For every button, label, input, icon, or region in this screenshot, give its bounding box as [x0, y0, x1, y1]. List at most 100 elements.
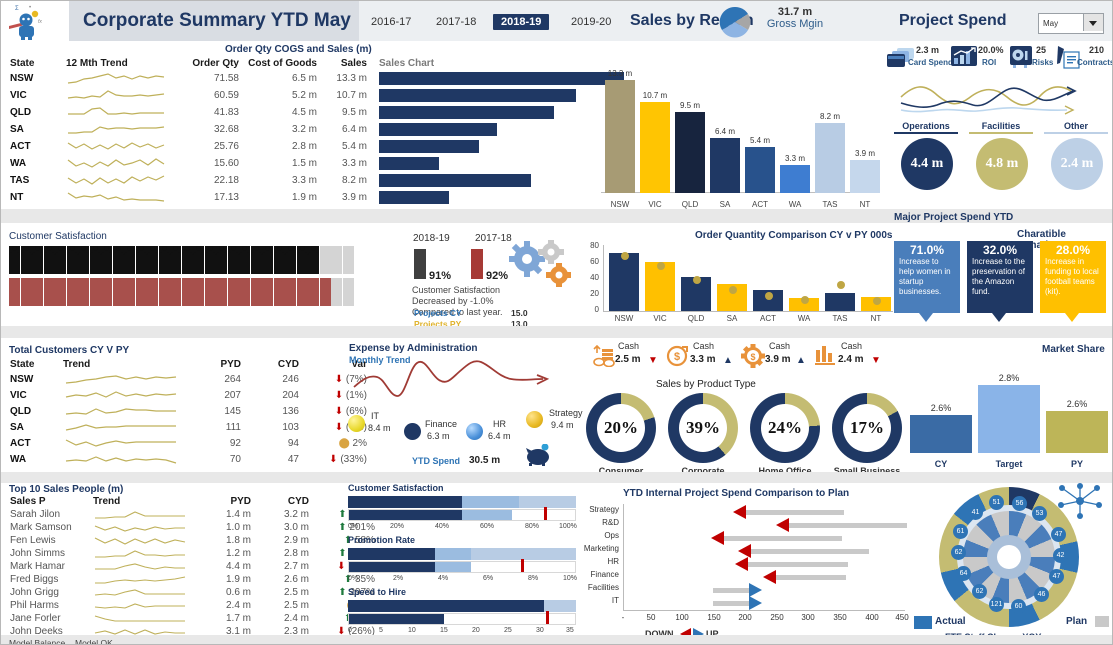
tick-2-4: 8% — [528, 575, 539, 582]
projects-cy-label: Projects CY — [414, 308, 462, 318]
ps-label-marketing: Marketing — [583, 544, 619, 553]
table-row[interactable]: Fen Lewis 1.8 m 2.9 m ⬆ 58% — [6, 534, 379, 547]
tick-2-0: 0% — [348, 575, 359, 582]
cell-pyd: 264 — [224, 373, 241, 385]
spend-circle-facilities[interactable]: 4.8 m — [976, 138, 1028, 190]
var-down-icon: ⬇ — [337, 561, 346, 572]
oq-bar-NSW[interactable] — [609, 253, 639, 311]
tick-3-2: 10 — [408, 627, 416, 634]
person-filled-icon — [135, 246, 147, 274]
person-filled-icon — [9, 278, 20, 306]
sales-by-product-title: Sales by Product Type — [656, 379, 756, 390]
table-row[interactable]: ACT 25.76 2.8 m 5.4 m — [6, 138, 633, 155]
donation-pointer-community — [919, 313, 933, 322]
person-filled-icon — [66, 246, 78, 274]
table-row[interactable]: QLD 41.83 4.5 m 9.5 m — [6, 104, 633, 121]
bar-TAS[interactable] — [815, 123, 845, 193]
expense-name-hr: HR — [493, 419, 506, 429]
col-cyd: CYD — [287, 496, 309, 507]
ms-bar-cy[interactable] — [910, 415, 972, 453]
person-filled-icon — [147, 278, 158, 306]
col-trend: Trend — [93, 496, 121, 507]
table-row[interactable]: WA 15.60 1.5 m 3.3 m — [6, 155, 633, 172]
table-row[interactable]: NSW 71.58 6.5 m 13.3 m — [6, 70, 633, 87]
table-row[interactable]: SA 32.68 3.2 m 6.4 m — [6, 121, 633, 138]
fte-legend-plan-label: Plan — [1066, 616, 1088, 627]
table-row[interactable]: Mark Hamar 4.4 m 2.7 m ⬇ (40%) — [6, 560, 379, 573]
year-tab-2017-18[interactable]: 2017-18 — [428, 14, 484, 30]
ps-tick-9: 450 — [895, 613, 909, 622]
table-row[interactable]: SA 111 103 ⬇ (7%) — [6, 419, 371, 435]
kpi-label-contracts: Contracts — [1077, 58, 1113, 67]
oq-label-ACT: ACT — [760, 314, 776, 323]
oq-bar-TAS[interactable] — [825, 293, 855, 311]
donation-card-community[interactable]: 71.0% Increase to help women in startup … — [894, 241, 960, 313]
person-filled-icon — [135, 278, 147, 306]
tick-1-1: 20% — [390, 523, 405, 530]
tick-3-5: 25 — [504, 627, 512, 634]
person-filled-icon — [216, 278, 227, 306]
donation-pct-social: 28.0% — [1055, 243, 1091, 257]
ps-bar-hr[interactable] — [748, 562, 848, 567]
c-cyd: 3.0 m — [283, 522, 309, 533]
expense-bubble-finance[interactable] — [404, 423, 421, 440]
table-row[interactable]: Mark Samson 1.0 m 3.0 m ⬆ 201% — [6, 521, 379, 534]
table-row[interactable]: Fred Biggs 1.9 m 2.6 m ⬆ 35% — [6, 573, 379, 586]
expense-bubble-hr[interactable] — [466, 423, 483, 440]
ps-bar-strategy[interactable] — [746, 510, 844, 515]
fte-radial-chart[interactable]: 56 53 47 42 47 46 60 121 62 64 62 61 41 … — [939, 487, 1089, 627]
year-tab-2016-17[interactable]: 2016-17 — [363, 14, 419, 30]
table-row[interactable]: Phil Harms 2.4 m 2.5 m ⬤ 2% — [6, 599, 379, 612]
table-row[interactable]: Jane Forler 1.7 m 2.4 m ⬆ 39% — [6, 612, 379, 625]
fte-bubble-mkt-a: 62 — [972, 584, 987, 599]
bar-NT[interactable] — [850, 160, 880, 193]
donation-card-environment[interactable]: 32.0% Increase to the preservation of th… — [967, 241, 1033, 313]
expense-bubble-strategy[interactable] — [526, 411, 543, 428]
bar-VIC[interactable] — [640, 102, 670, 193]
table-row[interactable]: ACT 92 94 ⬤ 2% — [6, 435, 371, 451]
ps-bar-finance[interactable] — [776, 575, 846, 580]
spend-circle-operations[interactable]: 4.4 m — [901, 138, 953, 190]
table-row[interactable]: John Simms 1.2 m 2.8 m ⬆ 126% — [6, 547, 379, 560]
c-cyd: 2.4 m — [283, 613, 309, 624]
ps-bar-marketing[interactable] — [751, 549, 869, 554]
year-tab-2019-20[interactable]: 2019-20 — [563, 14, 619, 30]
bar-NSW[interactable] — [605, 80, 635, 193]
table-row[interactable]: John Grigg 0.6 m 2.5 m ⬆ 297% — [6, 586, 379, 599]
donut-consumer[interactable]: 20% — [586, 393, 656, 463]
donut-small-business[interactable]: 17% — [832, 393, 902, 463]
oq-label-VIC: VIC — [653, 314, 667, 323]
ps-bar-rd[interactable] — [789, 523, 907, 528]
table-row[interactable]: NT 17.13 1.9 m 3.9 m — [6, 189, 633, 206]
donation-card-social[interactable]: 28.0% Increase in funding to local footb… — [1040, 241, 1106, 313]
spend-circle-other[interactable]: 2.4 m — [1051, 138, 1103, 190]
table-row[interactable]: Sarah Jilon 1.4 m 3.2 m ⬆ 125% — [6, 508, 379, 521]
table-row[interactable]: QLD 145 136 ⬇ (6%) — [6, 403, 371, 419]
ms-bar-py[interactable] — [1046, 411, 1108, 453]
donut-home-office[interactable]: 24% — [750, 393, 820, 463]
bar-chart-up-icon — [951, 46, 977, 66]
donut-corporate[interactable]: 39% — [668, 393, 738, 463]
month-select[interactable]: May — [1038, 13, 1104, 34]
chevron-down-icon[interactable] — [1083, 14, 1103, 31]
ps-bar-ops[interactable] — [724, 536, 842, 541]
bar-SA[interactable] — [710, 138, 740, 193]
year-tab-2018-19[interactable]: 2018-19 — [493, 14, 550, 30]
bar-QLD[interactable] — [675, 112, 705, 193]
person-filled-icon — [78, 278, 89, 306]
table-row[interactable]: VIC 60.59 5.2 m 10.7 m — [6, 87, 633, 104]
table-row[interactable]: NSW 264 246 ⬇ (7%) — [6, 371, 371, 387]
bar-ACT[interactable] — [745, 147, 775, 193]
tick-1-3: 60% — [480, 523, 495, 530]
table-row[interactable]: WA 70 47 ⬇ (33%) — [6, 451, 371, 467]
bar-WA[interactable] — [780, 165, 810, 193]
expense-bubble-it[interactable] — [348, 415, 365, 432]
cell-state: WA — [10, 453, 27, 465]
ps-bar-it[interactable] — [713, 601, 751, 606]
spend-label-facilities: Facilities — [969, 121, 1033, 134]
fte-bubble-ops-a: 62 — [951, 545, 966, 560]
table-row[interactable]: VIC 207 204 ⬇ (1%) — [6, 387, 371, 403]
ms-bar-target[interactable] — [978, 385, 1040, 453]
ps-bar-facilities[interactable] — [713, 588, 751, 593]
table-row[interactable]: TAS 22.18 3.3 m 8.2 m — [6, 172, 633, 189]
